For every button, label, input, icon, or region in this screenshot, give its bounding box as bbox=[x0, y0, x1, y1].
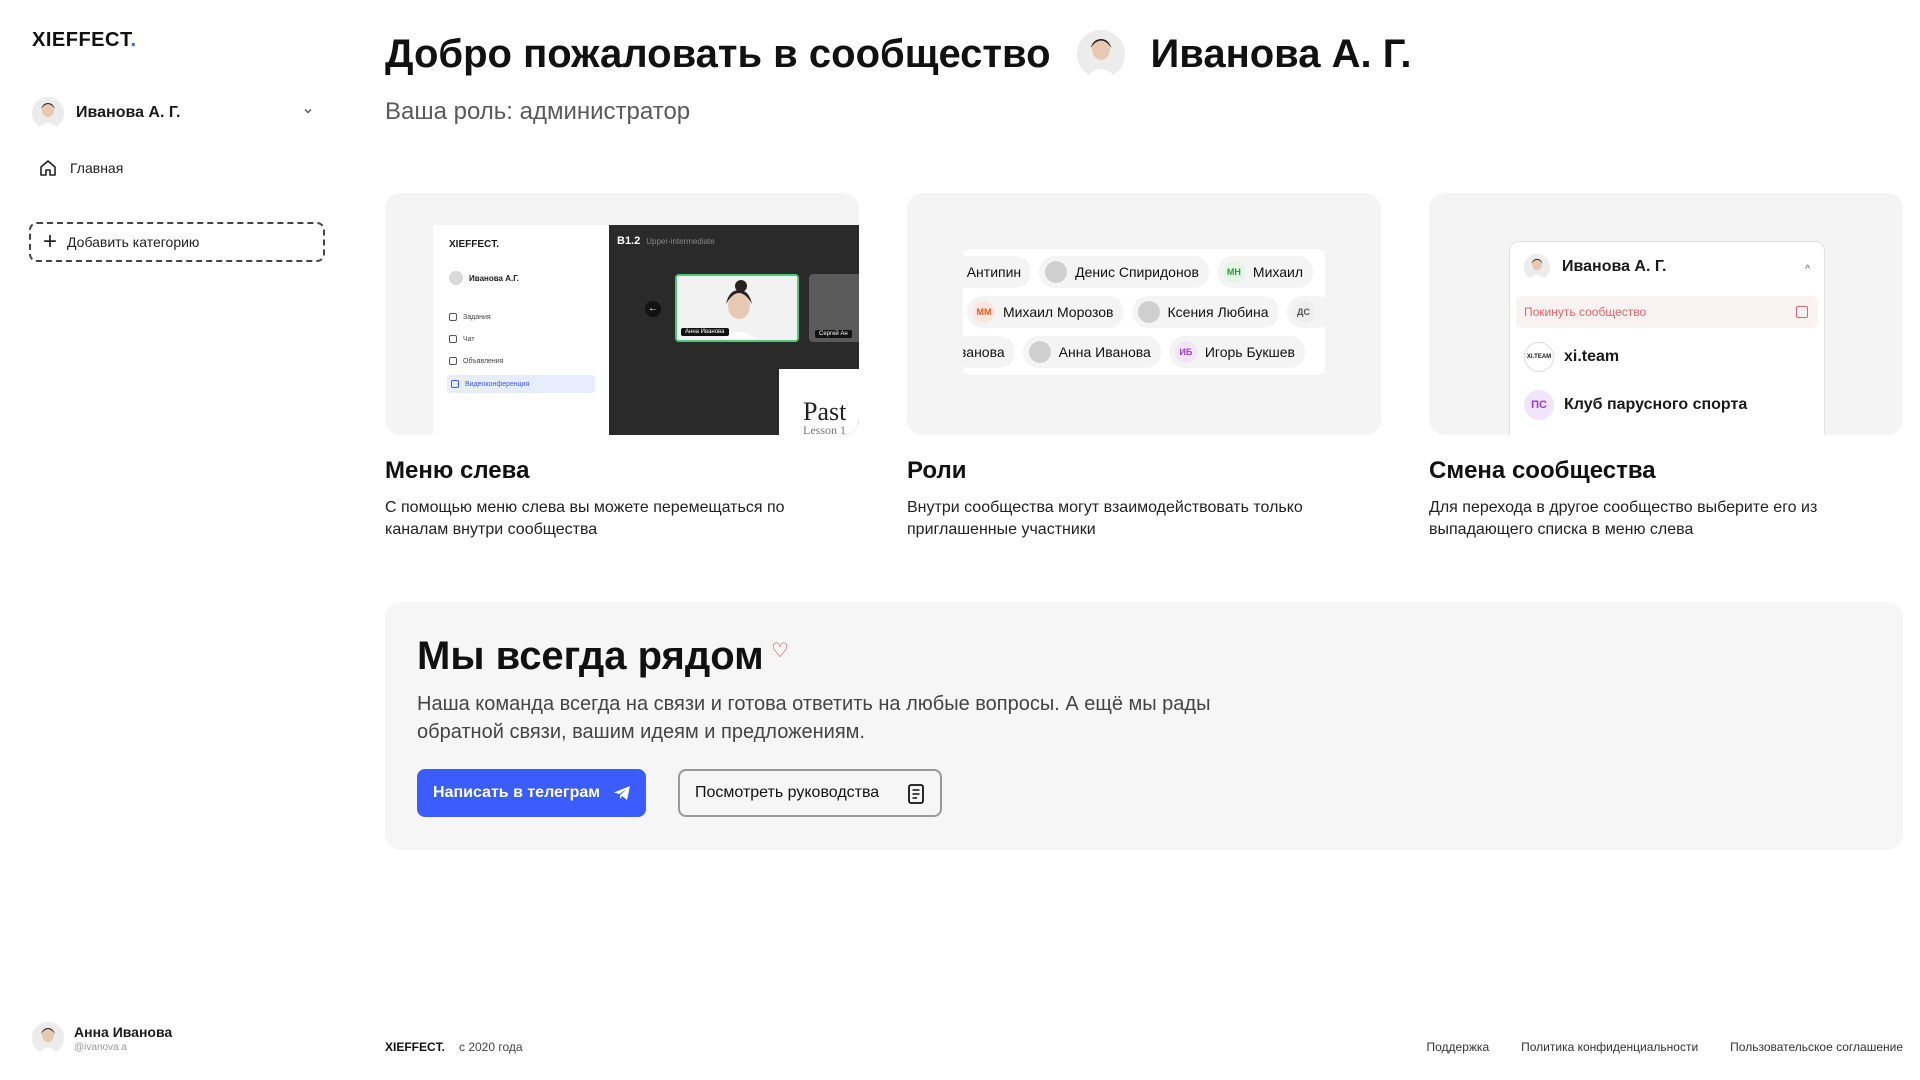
card-illustration: й Антипин Денис Спиридонов МНМихаил МММи… bbox=[907, 193, 1381, 435]
footer-logo[interactable]: XIEFFECT. bbox=[385, 1040, 445, 1054]
member-chip: й Антипин bbox=[963, 256, 1032, 288]
add-category-button[interactable]: + Добавить категорию bbox=[29, 222, 325, 262]
member-chip: ИБ Игорь Букшев bbox=[1168, 336, 1305, 368]
mock-menu-item: Чат bbox=[449, 335, 475, 343]
arrow-left-icon: ← bbox=[645, 301, 661, 317]
member-chip: МН Михаил bbox=[1216, 256, 1314, 288]
card-title: Роли bbox=[907, 457, 967, 484]
mock-menu-item: Объявления bbox=[449, 357, 504, 365]
support-section: Мы всегда рядом ♡ Наша команда всегда на… bbox=[385, 602, 1903, 850]
footer-link-terms[interactable]: Пользовательское соглашение bbox=[1730, 1040, 1903, 1054]
home-icon bbox=[40, 160, 56, 176]
community-selector[interactable]: Иванова А. Г. bbox=[32, 96, 322, 130]
support-title: Мы всегда рядом bbox=[417, 634, 764, 678]
mock-lesson-paper: Past Lesson 1 bbox=[779, 369, 859, 435]
mock-community-item: ПС Клуб парусного спорта bbox=[1524, 390, 1747, 420]
card-illustration: XIEFFECT. Иванова А.Г. Задания Чат Объяв… bbox=[385, 193, 859, 435]
card-description: Для перехода в другое сообщество выберит… bbox=[1429, 499, 1818, 538]
telegram-button[interactable]: Написать в телеграм bbox=[417, 769, 646, 817]
mock-level: B1.2 Upper-intermediate bbox=[617, 235, 715, 247]
member-chip: Денис Спиридонов bbox=[1039, 256, 1209, 288]
sidebar-item-label: Главная bbox=[70, 160, 124, 176]
avatar bbox=[32, 97, 64, 129]
sidebar-item-home[interactable]: Главная bbox=[38, 158, 123, 178]
chevron-down-icon bbox=[304, 109, 312, 114]
chevron-up-icon: ^ bbox=[1805, 264, 1810, 275]
member-chip: ММ Михаил Морозов bbox=[967, 296, 1124, 328]
feature-card-switch-community: Иванова А. Г. ^ Покинуть сообщество XI.T… bbox=[1429, 193, 1903, 541]
document-icon bbox=[908, 784, 924, 804]
mock-menu-item: Задания bbox=[449, 313, 491, 321]
card-illustration: Иванова А. Г. ^ Покинуть сообщество XI.T… bbox=[1429, 193, 1903, 435]
heart-icon: ♡ bbox=[771, 640, 789, 662]
page-title: Добро пожаловать в сообщество Иванова А.… bbox=[385, 30, 1412, 78]
support-text: Наша команда всегда на связи и готова от… bbox=[417, 693, 1211, 743]
plus-icon: + bbox=[43, 228, 58, 255]
mock-menu-item: Видеоконференция bbox=[447, 375, 595, 393]
footer-since: с 2020 года bbox=[459, 1040, 523, 1054]
community-avatar bbox=[1076, 30, 1125, 78]
mock-community-item: XI.TEAM xi.team bbox=[1524, 342, 1619, 372]
mock-logo: XIEFFECT. bbox=[449, 239, 500, 250]
card-title: Меню слева bbox=[385, 457, 530, 484]
card-title: Смена сообщества bbox=[1429, 457, 1656, 484]
feature-card-roles: й Антипин Денис Спиридонов МНМихаил МММи… bbox=[907, 193, 1381, 541]
community-title: Иванова А. Г. bbox=[1150, 31, 1412, 76]
guides-button[interactable]: Посмотреть руководства bbox=[678, 769, 942, 817]
feature-card-menu: XIEFFECT. Иванова А.Г. Задания Чат Объяв… bbox=[385, 193, 859, 541]
mock-video-tile: Анна Иванова bbox=[675, 274, 799, 342]
card-description: С помощью меню слева вы можете перемещат… bbox=[385, 499, 785, 538]
logo[interactable]: XIEFFECT. bbox=[32, 29, 137, 52]
mock-video-tile: Сергей Ан bbox=[809, 274, 859, 342]
member-chip: ДС bbox=[1286, 296, 1325, 328]
mock-user: Иванова А. Г. bbox=[1524, 254, 1666, 280]
community-name: Иванова А. Г. bbox=[76, 104, 181, 121]
role-text: Ваша роль: администратор bbox=[385, 98, 691, 125]
footer-links: Поддержка Политика конфиденциальности По… bbox=[1395, 1040, 1903, 1054]
current-user[interactable]: Анна Иванова @ivanova.a bbox=[32, 1022, 172, 1054]
mock-user: Иванова А.Г. bbox=[449, 271, 519, 285]
footer-link-support[interactable]: Поддержка bbox=[1427, 1040, 1490, 1054]
user-handle: @ivanova.a bbox=[74, 1041, 127, 1053]
avatar bbox=[32, 1022, 64, 1054]
telegram-icon bbox=[614, 786, 630, 800]
mock-leave-community: Покинуть сообщество bbox=[1516, 296, 1818, 328]
user-name: Анна Иванова bbox=[74, 1023, 173, 1040]
member-chip: Ксения Любина bbox=[1131, 296, 1279, 328]
card-description: Внутри сообщества могут взаимодействоват… bbox=[907, 499, 1303, 538]
exit-icon bbox=[1796, 306, 1808, 318]
footer-link-privacy[interactable]: Политика конфиденциальности bbox=[1521, 1040, 1698, 1054]
member-chip: ванова bbox=[963, 336, 1015, 368]
member-chip: Анна Иванова bbox=[1022, 336, 1161, 368]
